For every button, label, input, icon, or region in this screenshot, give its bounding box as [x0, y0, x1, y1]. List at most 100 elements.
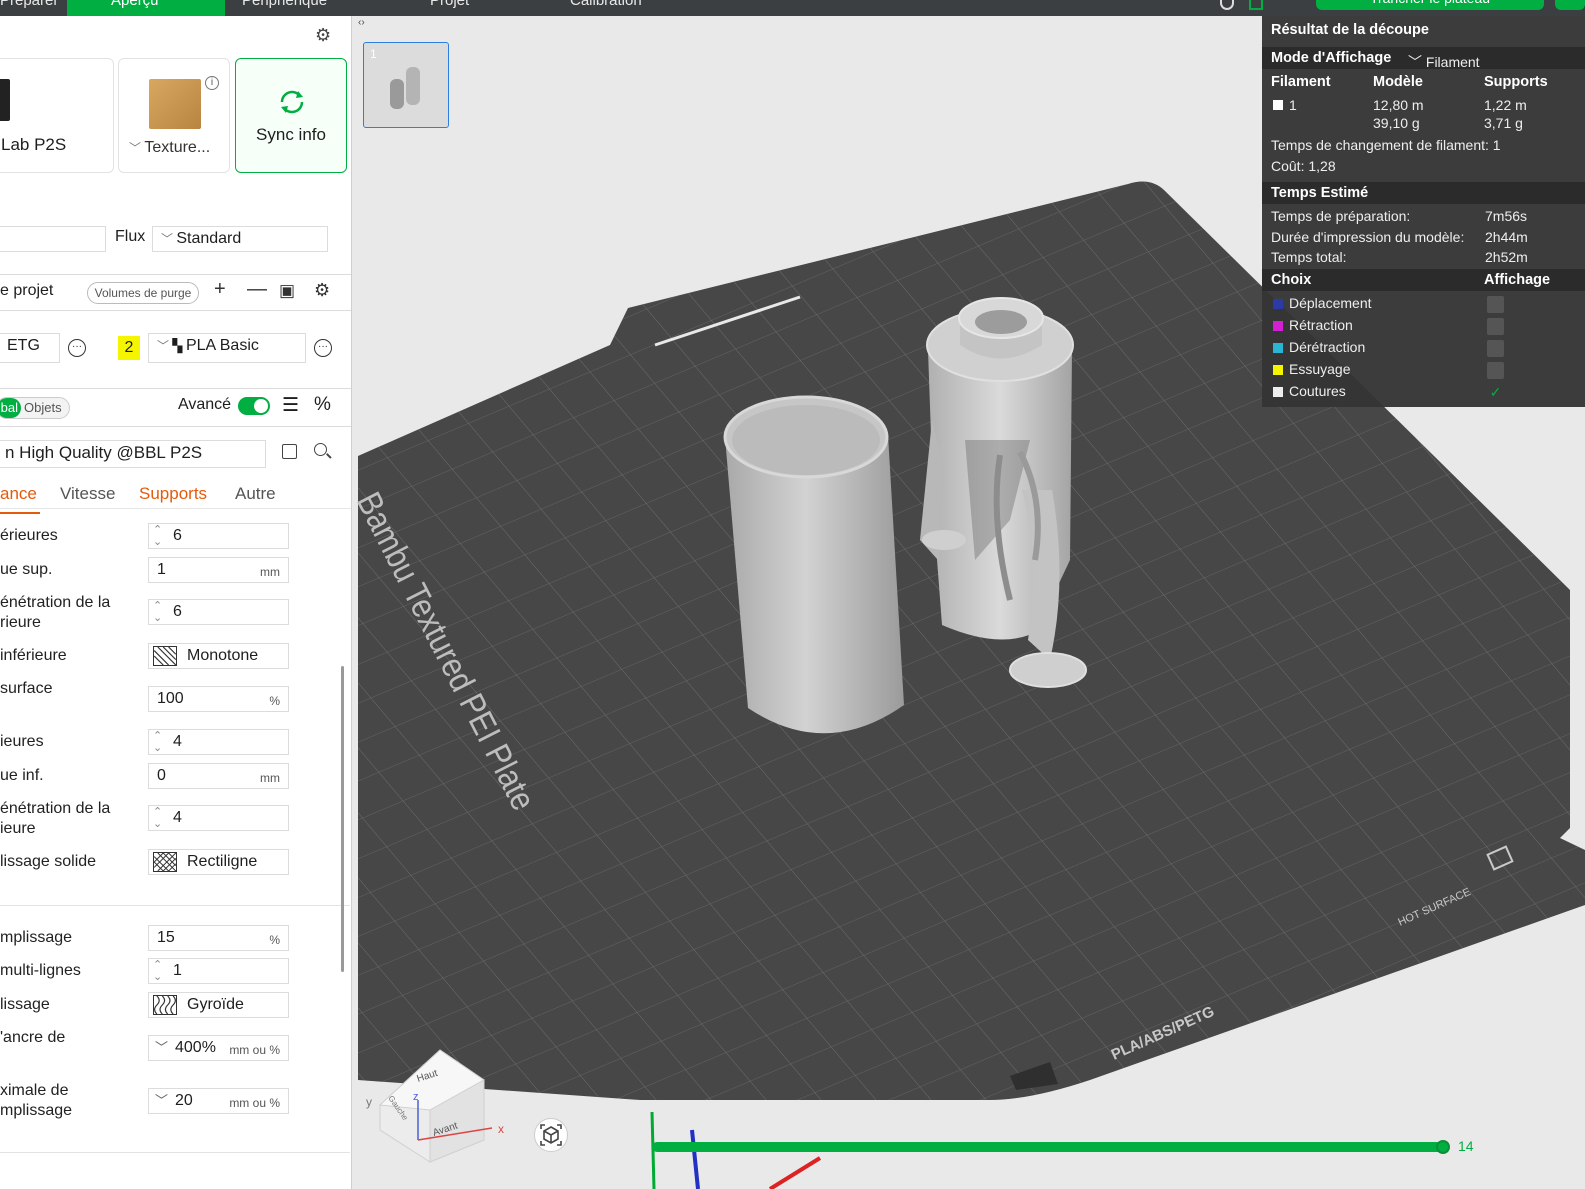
tab-speed[interactable]: Vitesse — [60, 484, 115, 504]
param-select[interactable]: Gyroïde — [148, 992, 289, 1018]
legend-checkbox[interactable] — [1487, 318, 1504, 335]
multi-plate-icon[interactable] — [1249, 0, 1263, 10]
display-mode-select[interactable]: ﹀ Filament — [1408, 52, 1480, 72]
spinner-icon[interactable]: ⌃ ⌄ — [153, 524, 162, 548]
plate-thumbnail[interactable]: 1 — [363, 42, 449, 128]
param-label: multi-lignes — [0, 962, 81, 979]
active-tab-underline — [0, 512, 40, 514]
filament-1-label: ETG — [7, 337, 40, 354]
param-input[interactable]: ⌃ ⌄ 1 — [148, 958, 289, 984]
param-label: ue sup. — [0, 561, 53, 578]
scope-objects-tab[interactable]: Objets — [24, 398, 62, 418]
legend-checkbox[interactable] — [1487, 362, 1504, 379]
model-length: 12,80 m — [1373, 97, 1424, 113]
param-label: énétration de la rieure — [0, 594, 111, 631]
param-input[interactable]: ⌃ ⌄ 6 — [148, 599, 289, 625]
param-unit: mm ou % — [229, 1043, 280, 1057]
sync-info-label: Sync info — [256, 125, 326, 144]
plate-type-select[interactable]: ﹀ Texture... — [129, 139, 210, 157]
tab-calibration[interactable]: Calibration — [570, 0, 642, 16]
filament-1-select[interactable]: ETG — [0, 333, 60, 363]
legend-swatch — [1273, 321, 1283, 331]
col-filament: Filament — [1271, 74, 1331, 90]
remove-filament-icon[interactable]: — — [247, 278, 267, 301]
tab-quality[interactable]: ance — [0, 484, 37, 504]
scope-switch[interactable]: bal Objets — [0, 397, 70, 419]
reset-view-icon[interactable] — [534, 1118, 568, 1152]
param-select[interactable]: ﹀ 20 mm ou % — [148, 1088, 289, 1114]
prep-time-label: Temps de préparation: — [1271, 208, 1411, 224]
purge-volumes-button[interactable]: Volumes de purge — [87, 282, 199, 304]
spinner-icon[interactable]: ⌃ ⌄ — [153, 600, 162, 624]
layer-slider-track[interactable] — [652, 1142, 1444, 1152]
printer-card[interactable]: Lab P2S — [0, 58, 114, 173]
filament-2-options-icon[interactable]: ··· — [314, 339, 332, 357]
param-input[interactable]: 100% — [148, 686, 289, 712]
printed-model-cylinder[interactable] — [723, 395, 904, 734]
advanced-toggle[interactable] — [238, 397, 270, 415]
collapse-panel-icon[interactable]: ‹› — [358, 17, 365, 28]
spinner-icon[interactable]: ⌃ ⌄ — [153, 806, 162, 830]
add-filament-icon[interactable]: + — [214, 278, 226, 301]
tab-device[interactable]: Périphérique — [242, 0, 327, 16]
search-icon[interactable] — [314, 443, 327, 456]
param-select[interactable]: Monotone — [148, 643, 289, 669]
printer-settings-gear-icon[interactable]: ⚙ — [315, 25, 331, 46]
param-input[interactable]: 1 mm — [148, 557, 289, 583]
param-value: Rectiligne — [187, 853, 258, 870]
flux-select[interactable]: ﹀ Standard — [152, 226, 328, 252]
filament-2-select[interactable]: ﹀ ▚ PLA Basic — [148, 333, 306, 363]
filament-2-number: 2 — [118, 336, 140, 360]
param-unit: % — [269, 933, 280, 947]
param-input[interactable]: 0 mm — [148, 763, 289, 789]
param-input[interactable]: ⌃ ⌄ 4 — [148, 729, 289, 755]
legend-checkbox[interactable] — [1487, 340, 1504, 357]
legend-checkbox[interactable] — [1487, 296, 1504, 313]
param-value: 400% — [175, 1039, 216, 1056]
left-settings-panel: ⚙ Lab P2S i ﹀ Texture... Sync info Flux … — [0, 16, 352, 1189]
advanced-label: Avancé — [178, 396, 232, 413]
layer-slider-thumb[interactable] — [1436, 1140, 1450, 1154]
tab-supports[interactable]: Supports — [139, 484, 207, 504]
nozzle-input[interactable] — [0, 226, 106, 252]
legend-swatch — [1273, 387, 1283, 397]
legend-checkbox-checked[interactable]: ✓ — [1487, 384, 1504, 401]
settings-scrollbar[interactable] — [341, 666, 344, 972]
estimated-time-title: Temps Estimé — [1271, 185, 1369, 201]
tab-other[interactable]: Autre — [235, 484, 276, 504]
filament-settings-gear-icon[interactable]: ⚙ — [314, 280, 330, 301]
param-value: 4 — [173, 809, 182, 826]
legend-swatch — [1273, 299, 1283, 309]
printer-name: Lab P2S — [1, 135, 67, 154]
param-input[interactable]: ⌃ ⌄ 4 — [148, 805, 289, 831]
chevron-down-icon: ﹀ — [155, 1040, 169, 1055]
scope-global-tab[interactable]: bal — [0, 398, 21, 418]
print-button[interactable] — [1555, 0, 1585, 10]
filament-1-options-icon[interactable]: ··· — [68, 339, 86, 357]
param-input[interactable]: ⌃ ⌄ 6 — [148, 523, 289, 549]
legend-swatch — [1273, 365, 1283, 375]
filament-sync-icon[interactable]: ▣ — [279, 281, 295, 301]
spinner-icon[interactable]: ⌃ ⌄ — [153, 730, 162, 754]
tab-project[interactable]: Projet — [430, 0, 469, 16]
spinner-icon[interactable]: ⌃ ⌄ — [153, 959, 162, 983]
display-mode-value: Filament — [1425, 54, 1480, 70]
param-input[interactable]: 15% — [148, 925, 289, 951]
sync-info-button[interactable]: Sync info — [235, 58, 347, 173]
param-select[interactable]: ﹀ 400% mm ou % — [148, 1035, 289, 1061]
legend-label: Essuyage — [1289, 361, 1351, 377]
list-icon[interactable]: ☰ — [282, 394, 299, 417]
save-icon[interactable] — [282, 444, 297, 459]
tab-prepare[interactable]: Préparer — [0, 0, 58, 16]
tab-preview[interactable]: Aperçu — [67, 0, 225, 16]
info-icon[interactable]: i — [205, 76, 219, 90]
axis-z-label: z — [413, 1091, 419, 1103]
slice-plate-button[interactable]: Trancher le plateau — [1316, 0, 1544, 10]
filament-2-label: PLA Basic — [185, 337, 259, 354]
process-preset-select[interactable]: n High Quality @BBL P2S — [0, 440, 266, 468]
camera-icon[interactable] — [1220, 0, 1234, 10]
display-mode-label: Mode d'Affichage — [1271, 50, 1392, 66]
param-select[interactable]: Rectiligne — [148, 849, 289, 875]
compare-presets-icon[interactable]: % — [314, 394, 331, 416]
plate-type-card[interactable]: i ﹀ Texture... — [118, 58, 230, 173]
